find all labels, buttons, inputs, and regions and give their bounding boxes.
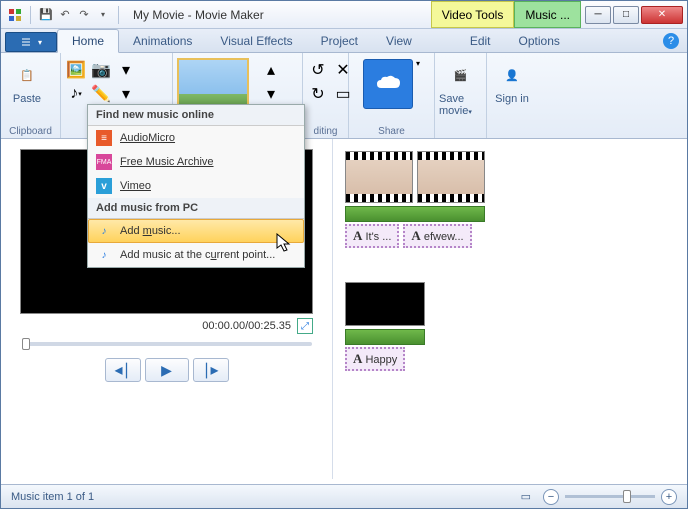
audiomicro-icon: ≡ (96, 130, 112, 146)
menu-item-audiomicro[interactable]: ≡ AudioMicro (88, 126, 304, 150)
webcam-button[interactable]: 📷 (90, 59, 112, 81)
dropdown-header-pc: Add music from PC (88, 198, 304, 219)
caption-clip[interactable]: A It's ... (345, 224, 399, 248)
group-clipboard-label: Clipboard (5, 125, 56, 138)
paste-button[interactable]: 📋 Paste (5, 55, 49, 105)
play-button[interactable]: ▶ (145, 358, 189, 382)
caption-text: It's ... (365, 231, 391, 243)
context-tab-video-tools[interactable]: Video Tools (431, 1, 515, 28)
zoom-thumb[interactable] (623, 490, 631, 503)
tab-edit[interactable]: Edit (456, 30, 505, 52)
music-note-marker-icon: ♪ (96, 247, 112, 263)
context-tab-music-tools[interactable]: Music ... (514, 1, 581, 28)
undo-icon[interactable]: ↶ (57, 7, 73, 23)
add-music-dropdown: Find new music online ≡ AudioMicro FMA F… (87, 104, 305, 268)
theme-nav-down[interactable]: ▾ (260, 83, 282, 105)
minimize-button[interactable]: ─ (585, 6, 611, 24)
group-share-label: Share (353, 125, 430, 138)
clipboard-icon: 📋 (11, 59, 43, 91)
fma-icon: FMA (96, 154, 112, 170)
help-icon[interactable]: ? (663, 33, 679, 49)
maximize-button[interactable]: □ (613, 6, 639, 24)
tab-animations[interactable]: Animations (119, 30, 206, 52)
fullscreen-icon[interactable]: ⤢ (297, 318, 313, 334)
music-note-icon: ♪ (96, 223, 112, 239)
fma-label: Free Music Archive (120, 156, 214, 168)
video-clip[interactable] (345, 282, 425, 326)
file-menu-button[interactable]: ▾ (5, 32, 57, 52)
dropdown-header-online: Find new music online (88, 105, 304, 126)
qat-dropdown-icon[interactable]: ▾ (95, 7, 111, 23)
group-editing-label: diting (307, 125, 344, 138)
app-icon (7, 7, 23, 23)
audio-track[interactable] (345, 206, 485, 222)
zoom-out-button[interactable]: − (543, 489, 559, 505)
add-music-button[interactable]: ♪▾ (65, 83, 87, 105)
vimeo-icon: v (96, 178, 112, 194)
tab-home[interactable]: Home (57, 29, 119, 53)
sign-in-button[interactable]: 👤 Sign in (491, 55, 533, 105)
add-music-label: Add music... (120, 225, 181, 237)
vimeo-label: Vimeo (120, 180, 151, 192)
onedrive-button[interactable] (363, 59, 413, 109)
snapshot-button[interactable]: ✏️ (90, 83, 112, 105)
redo-icon[interactable]: ↷ (76, 7, 92, 23)
rotate-right-button[interactable]: ↻ (307, 83, 329, 105)
title-button[interactable]: ▾ (115, 59, 137, 81)
menu-item-free-music-archive[interactable]: FMA Free Music Archive (88, 150, 304, 174)
menu-item-vimeo[interactable]: v Vimeo (88, 174, 304, 198)
theme-nav-up[interactable]: ▴ (260, 59, 282, 81)
video-clip[interactable] (417, 151, 485, 203)
caption-clip[interactable]: A efwew... (403, 224, 471, 248)
save-movie-icon: 🎬 (445, 59, 477, 91)
prev-frame-button[interactable]: ◂∣ (105, 358, 141, 382)
audiomicro-label: AudioMicro (120, 132, 175, 144)
view-toggle-icon[interactable]: ▭ (521, 490, 531, 503)
caption-text: Happy (365, 354, 397, 366)
save-movie-label: Save movie (439, 93, 468, 117)
sign-in-label: Sign in (495, 93, 529, 105)
tab-project[interactable]: Project (307, 30, 372, 52)
zoom-slider[interactable] (565, 495, 655, 498)
menu-item-add-music[interactable]: ♪ Add music... (88, 219, 304, 243)
status-text: Music item 1 of 1 (11, 491, 94, 503)
menu-item-add-music-current-point[interactable]: ♪ Add music at the current point... (88, 243, 304, 267)
zoom-in-button[interactable]: + (661, 489, 677, 505)
cloud-icon (373, 74, 403, 94)
save-movie-button[interactable]: 🎬 Save movie▾ (439, 55, 482, 117)
user-icon: 👤 (496, 59, 528, 91)
add-music-current-label: Add music at the current point... (120, 249, 275, 261)
window-title: My Movie - Movie Maker (129, 8, 431, 22)
caption-button[interactable]: ▾ (115, 83, 137, 105)
timeline-pane[interactable]: A It's ... A efwew... A Happy (333, 139, 687, 479)
tab-options[interactable]: Options (505, 30, 574, 52)
close-button[interactable]: ✕ (641, 6, 683, 24)
seek-slider[interactable] (22, 342, 312, 346)
seek-thumb[interactable] (22, 338, 30, 350)
tab-view[interactable]: View (372, 30, 426, 52)
playback-time: 00:00.00/00:25.35 (202, 320, 291, 332)
next-frame-button[interactable]: ∣▸ (193, 358, 229, 382)
video-clip[interactable] (345, 151, 413, 203)
add-videos-button[interactable]: 🖼️ (65, 59, 87, 81)
paste-label: Paste (13, 93, 41, 105)
rotate-left-button[interactable]: ↺ (307, 59, 329, 81)
audio-track[interactable] (345, 329, 425, 345)
caption-clip[interactable]: A Happy (345, 347, 405, 371)
caption-text: efwew... (424, 231, 464, 243)
tab-visual-effects[interactable]: Visual Effects (206, 30, 306, 52)
save-icon[interactable]: 💾 (38, 7, 54, 23)
